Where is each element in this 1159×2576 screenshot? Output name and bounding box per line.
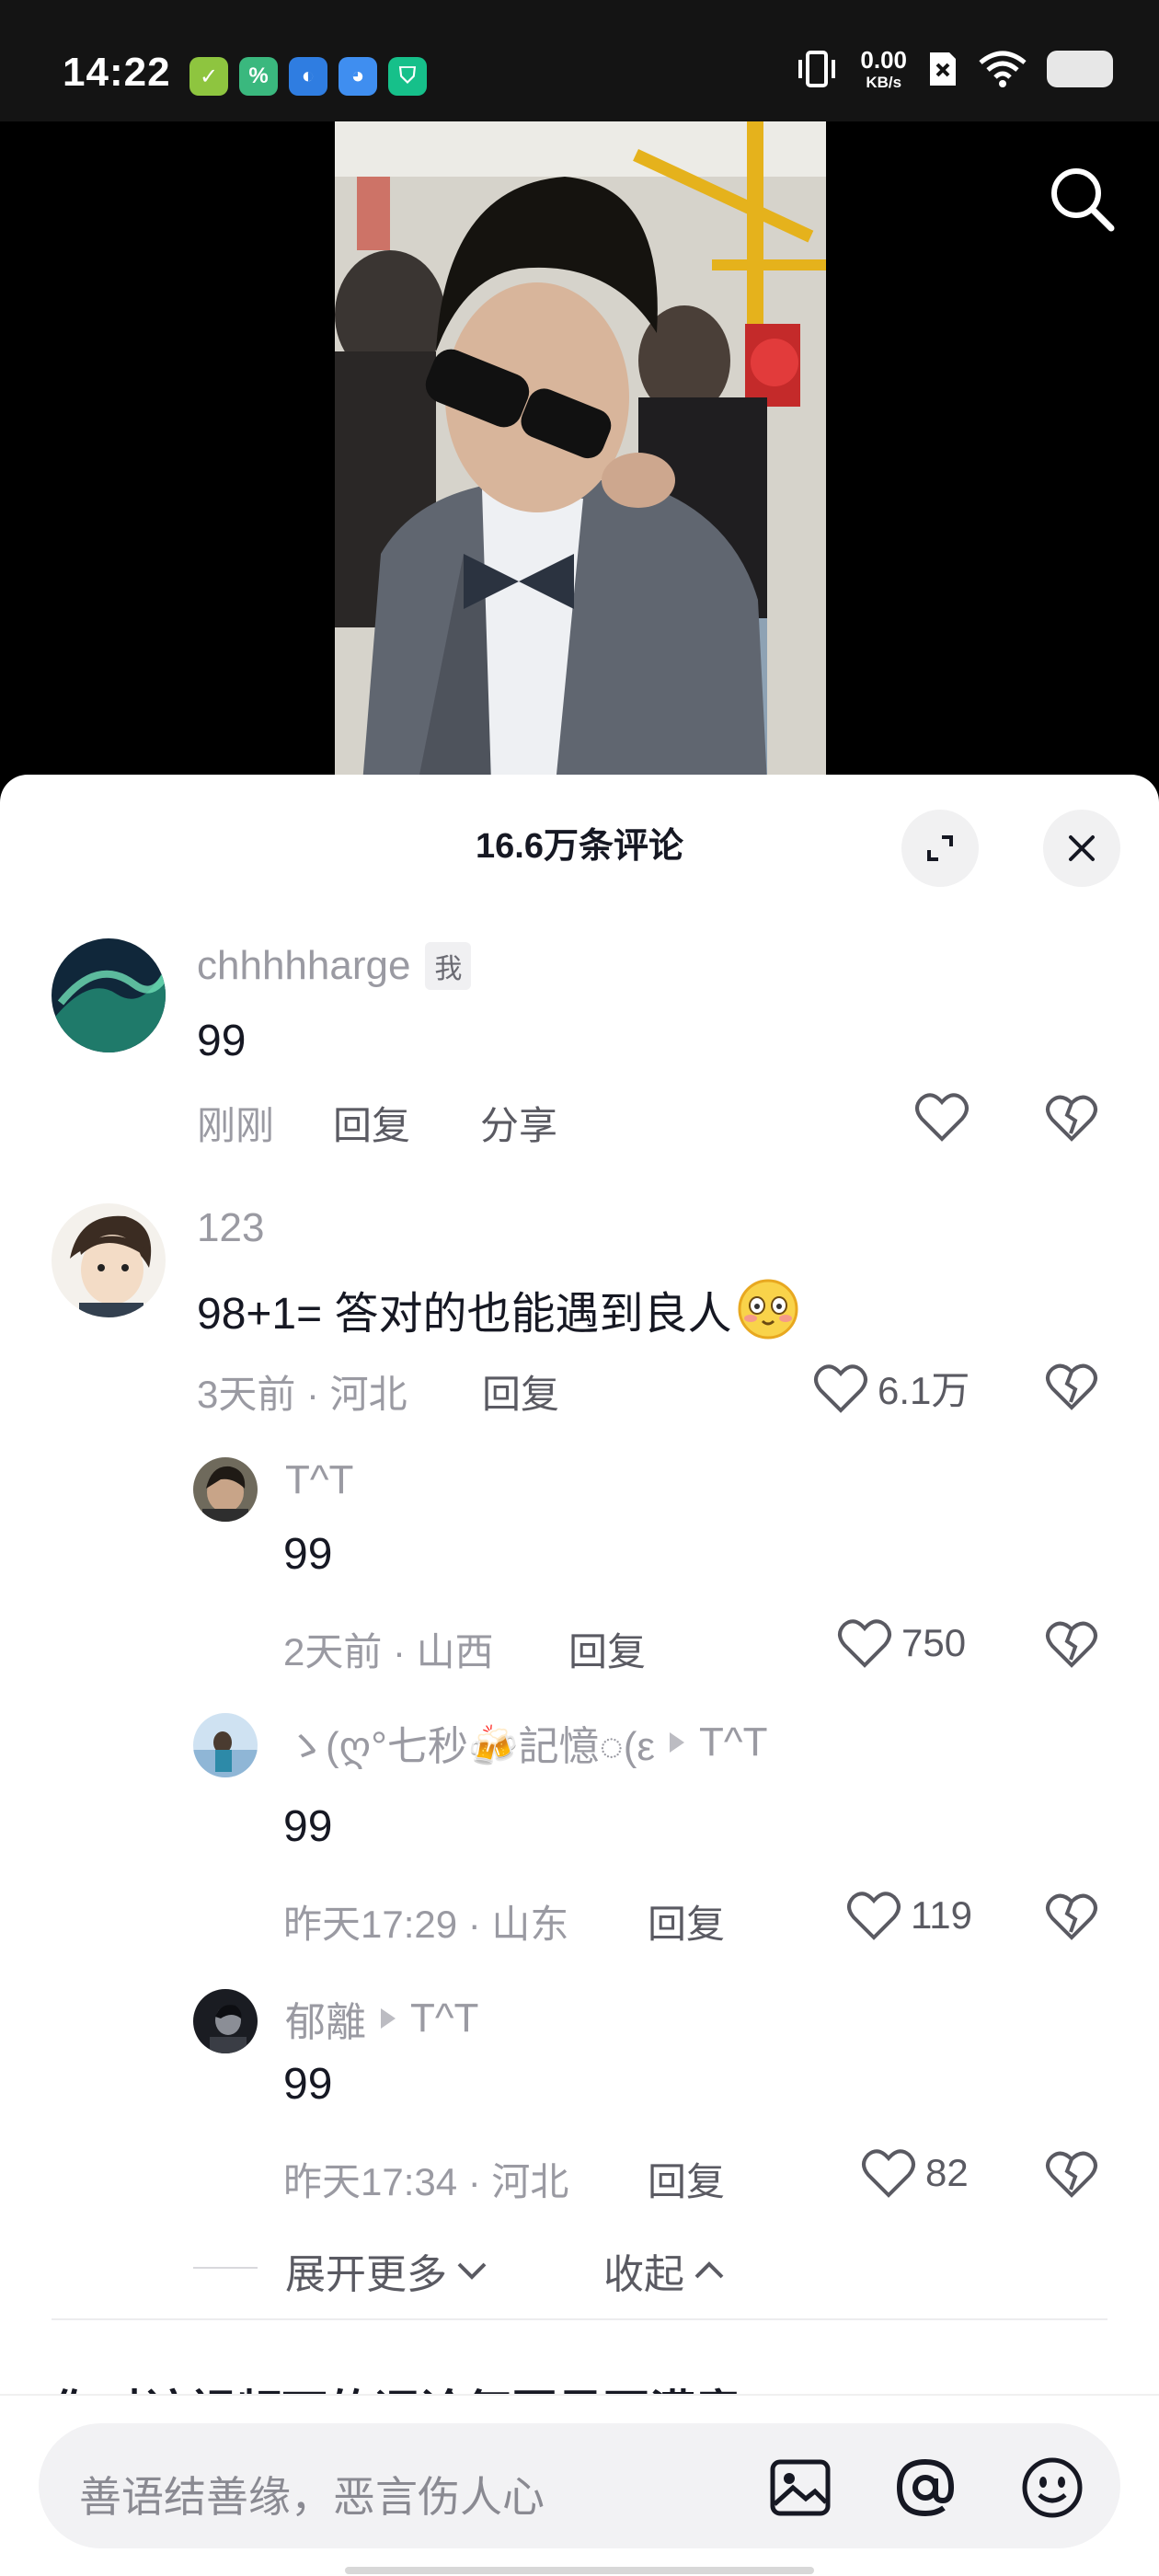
close-icon <box>1069 835 1095 861</box>
comment-text: 98+1= 答对的也能遇到良人 <box>197 1277 800 1341</box>
blushing-emoji-icon <box>738 1279 798 1340</box>
reply-text: 99 <box>283 2060 333 2109</box>
avatar[interactable] <box>193 1989 258 2053</box>
chevron-up-icon <box>694 2261 724 2279</box>
heart-icon <box>847 1892 901 1940</box>
broken-heart-icon[interactable] <box>1045 1619 1098 1669</box>
video-frame[interactable] <box>335 121 826 784</box>
reply-text: 99 <box>283 1802 333 1851</box>
reply-text: 99 <box>283 1530 333 1579</box>
like-count: 6.1万 <box>878 1369 970 1412</box>
comment-count-title: 16.6万条评论 <box>476 827 683 866</box>
status-indicators: 0.00 KB/s <box>794 48 1113 90</box>
avatar[interactable] <box>193 1713 258 1777</box>
reply-button[interactable]: 回复 <box>648 1893 725 1949</box>
reply-button[interactable]: 回复 <box>648 2151 725 2207</box>
expand-more-label: 展开更多 <box>285 2252 447 2297</box>
like-button[interactable]: 82 <box>861 2147 969 2199</box>
like-button[interactable]: 6.1万 <box>813 1360 970 1416</box>
reply-author[interactable]: ゝ(ღ°七秒🍻記憶◌(ε T^T <box>285 1713 767 1772</box>
comment-time: 刚刚 <box>197 1104 275 1147</box>
percent-app-icon: % <box>239 57 278 96</box>
author-name: ゝ(ღ°七秒🍻記憶◌(ε <box>285 1724 656 1769</box>
avatar[interactable] <box>52 938 166 1052</box>
reply-time-location: 2天前 · 山西 <box>283 1630 494 1673</box>
reply-button[interactable]: 回复 <box>482 1363 559 1420</box>
status-app-icons: ✓ % ◐ ◕ ⛉ <box>189 57 427 96</box>
swirl-app-icon: ◕ <box>339 57 377 96</box>
battery-icon <box>1047 51 1113 87</box>
reply-time-location: 昨天17:29 · 山东 <box>283 1903 569 1946</box>
at-mention-icon[interactable] <box>890 2453 960 2523</box>
reply-to-name: T^T <box>699 1719 768 1765</box>
reply-button[interactable]: 回复 <box>568 1621 646 1677</box>
like-button[interactable] <box>914 1091 970 1143</box>
wifi-icon <box>979 51 1027 87</box>
avatar[interactable] <box>52 1203 166 1317</box>
like-count: 119 <box>911 1893 972 1937</box>
status-bar: 14:22 ✓ % ◐ ◕ ⛉ 0.00 KB/s <box>0 0 1159 121</box>
divider <box>52 2318 1107 2320</box>
net-speed-unit: KB/s <box>866 74 902 91</box>
like-count: 82 <box>925 2151 969 2194</box>
fullscreen-button[interactable] <box>901 810 979 887</box>
heart-icon <box>915 1093 969 1142</box>
expand-line <box>193 2267 258 2269</box>
status-time: 14:22 <box>63 50 171 95</box>
author-name: 郁離 <box>285 2000 366 2045</box>
video-still <box>335 121 826 784</box>
broken-heart-icon[interactable] <box>1045 1093 1098 1143</box>
comment-author[interactable]: 123 <box>197 1205 264 1251</box>
chevron-down-icon <box>457 2262 487 2280</box>
comment-text-body: 98+1= 答对的也能遇到良人 <box>197 1290 732 1339</box>
reply-time-location: 昨天17:34 · 河北 <box>283 2160 569 2203</box>
collapse-label: 收起 <box>603 2252 684 2297</box>
search-icon[interactable] <box>1045 162 1119 236</box>
net-speed-value: 0.00 <box>860 46 907 74</box>
reply-to-name: T^T <box>410 1995 479 2041</box>
thread-controls: 展开更多 收起 <box>0 2234 1159 2298</box>
heart-icon <box>862 2149 915 2198</box>
avatar[interactable] <box>193 1457 258 1522</box>
expand-more-button[interactable]: 展开更多 <box>285 2241 488 2300</box>
image-icon[interactable] <box>765 2453 835 2523</box>
home-indicator[interactable] <box>345 2567 814 2574</box>
comment-author[interactable]: chhhhharge 我 <box>197 942 472 990</box>
shield-app-icon: ⛉ <box>388 57 427 96</box>
reply-author[interactable]: T^T <box>285 1457 353 1503</box>
broken-heart-icon[interactable] <box>1045 1892 1098 1941</box>
comment-text: 99 <box>197 1017 247 1065</box>
comment-input[interactable]: 善语结善缘，恶言伤人心 <box>39 2423 1120 2548</box>
me-badge: 我 <box>425 942 472 990</box>
expand-icon <box>927 835 953 861</box>
reply-arrow-icon <box>381 2008 396 2029</box>
like-button[interactable]: 119 <box>846 1890 972 1941</box>
heart-icon <box>838 1619 891 1668</box>
heart-icon <box>814 1363 867 1413</box>
check-app-icon: ✓ <box>189 57 228 96</box>
close-button[interactable] <box>1043 810 1120 887</box>
no-sim-icon <box>930 52 956 86</box>
net-speed: 0.00 KB/s <box>860 48 907 90</box>
comment-sheet: 16.6万条评论 chhhhharge 我 99 刚刚 回复 分享 123 98… <box>0 775 1159 2576</box>
reply-button[interactable]: 回复 <box>333 1095 410 1151</box>
like-button[interactable]: 750 <box>837 1617 966 1669</box>
reply-author[interactable]: 郁離 T^T <box>285 1989 478 2048</box>
comment-time-location: 3天前 · 河北 <box>197 1373 407 1416</box>
reply-arrow-icon <box>670 1732 685 1753</box>
video-player[interactable] <box>0 121 1159 784</box>
share-button[interactable]: 分享 <box>480 1095 557 1151</box>
broken-heart-icon[interactable] <box>1045 2149 1098 2199</box>
author-name: chhhhharge <box>197 943 411 988</box>
emoji-icon[interactable] <box>1017 2453 1087 2523</box>
broken-heart-icon[interactable] <box>1045 1362 1098 1411</box>
moon-app-icon: ◐ <box>289 57 327 96</box>
comment-input-placeholder[interactable]: 善语结善缘，恶言伤人心 <box>79 2464 545 2524</box>
comment-input-bar: 善语结善缘，恶言伤人心 <box>0 2394 1159 2576</box>
collapse-button[interactable]: 收起 <box>603 2241 725 2300</box>
like-count: 750 <box>901 1621 967 1664</box>
vibrate-icon <box>798 51 836 87</box>
